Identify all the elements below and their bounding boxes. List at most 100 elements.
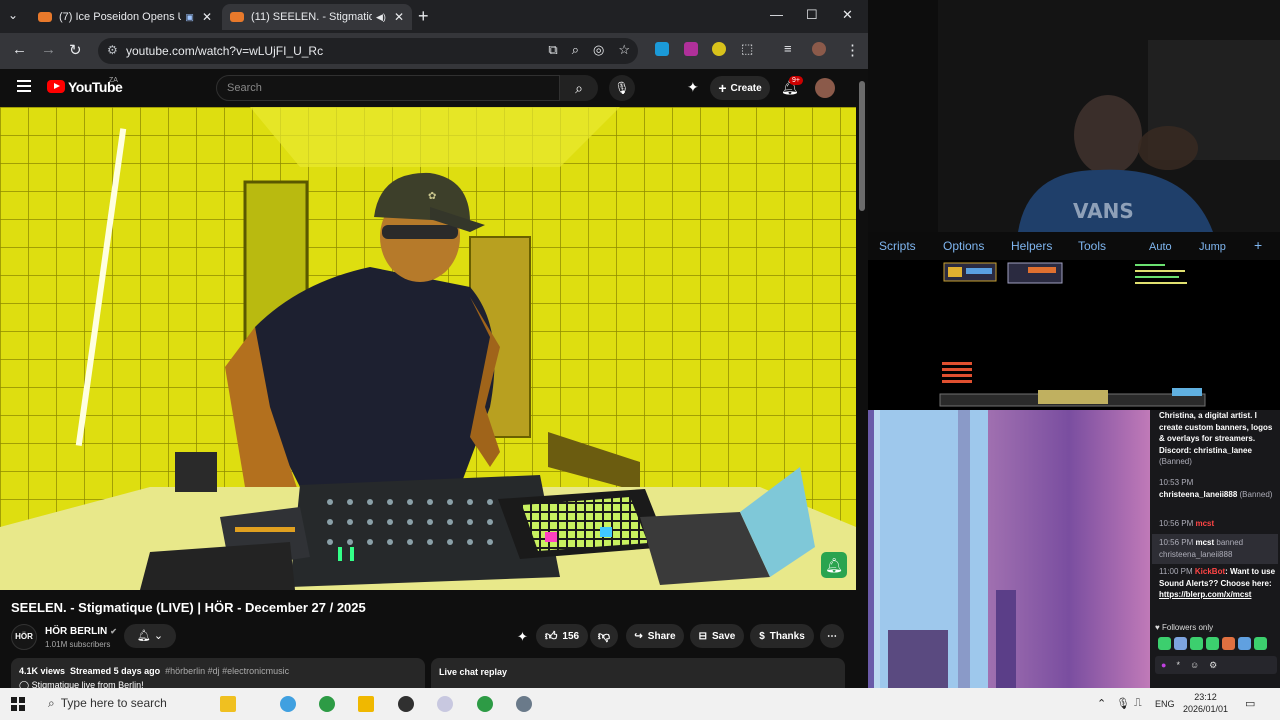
share-button[interactable]: ↪ Share xyxy=(626,624,684,648)
menu-options[interactable]: Options xyxy=(943,239,984,253)
page-scrollbar[interactable] xyxy=(856,69,868,688)
minimize-icon[interactable]: — xyxy=(770,7,783,22)
window-close-icon[interactable]: ✕ xyxy=(842,7,853,23)
like-button[interactable]: 👍︎ 156 xyxy=(536,624,588,648)
emote-icon[interactable] xyxy=(1206,637,1219,650)
subscribe-bell-overlay-icon[interactable]: 🔔︎ xyxy=(821,552,847,578)
file-explorer-icon[interactable] xyxy=(358,696,374,712)
app-2-icon[interactable] xyxy=(516,696,532,712)
close-tab-icon[interactable]: ✕ xyxy=(202,10,212,24)
mic-icon[interactable]: ● xyxy=(1161,660,1166,670)
settings-icon[interactable]: ⚙ xyxy=(1209,660,1217,671)
network-icon[interactable]: ⎍ xyxy=(1134,697,1142,710)
chat-time: 11:00 PM xyxy=(1159,567,1193,576)
channel-avatar[interactable]: HÖR xyxy=(11,624,37,650)
media-control-icon[interactable]: ≡ xyxy=(784,41,792,56)
maximize-icon[interactable]: ☐ xyxy=(806,7,818,23)
clock[interactable]: 23:12 2026/01/01 xyxy=(1183,691,1228,715)
profile-avatar-icon[interactable] xyxy=(812,42,826,56)
chat-username[interactable]: mcst xyxy=(1195,519,1214,528)
search-input[interactable]: Search xyxy=(216,75,560,101)
bookmark-star-icon[interactable]: ☆ xyxy=(618,42,630,58)
hashtags[interactable]: #hörberlin #dj #electronicmusic xyxy=(165,666,289,676)
chat-link[interactable]: https://blerp.com/x/mcst xyxy=(1159,590,1251,599)
dislike-button[interactable]: 👎︎ xyxy=(590,624,618,648)
back-icon[interactable]: ← xyxy=(12,41,27,58)
menu-tools[interactable]: Tools xyxy=(1078,239,1106,253)
search-button[interactable]: ⌕ xyxy=(560,75,598,101)
save-button[interactable]: ⊟ Save xyxy=(690,624,744,648)
video-player[interactable]: ✿ 🔔︎ xyxy=(0,107,856,590)
zoom-icon[interactable]: ⌕ xyxy=(572,42,579,58)
emote-icon[interactable] xyxy=(1190,637,1203,650)
extension-2-icon[interactable] xyxy=(684,42,698,56)
search-icon: ⌕ xyxy=(575,80,583,96)
add-tab-icon[interactable]: + xyxy=(1254,237,1262,253)
extensions-puzzle-icon[interactable]: ⬚ xyxy=(741,41,753,57)
tab-active[interactable]: (11) SEELEN. - Stigmatique ◀) ✕ xyxy=(222,4,412,30)
channel-name[interactable]: HÖR BERLIN xyxy=(45,626,107,637)
tracking-off-icon[interactable]: ◎ xyxy=(593,42,604,58)
ask-sparkle-icon[interactable]: ✦ xyxy=(687,79,699,96)
windows-start-icon[interactable] xyxy=(11,697,25,711)
tab-inactive[interactable]: (7) Ice Poseidon Opens Up ▣ ✕ xyxy=(30,4,220,30)
emote-icon[interactable] xyxy=(1238,637,1251,650)
more-actions-button[interactable]: ⋯ xyxy=(820,624,844,648)
tab-search-icon[interactable]: ⌄ xyxy=(8,8,18,22)
install-app-icon[interactable]: ⧉ xyxy=(548,42,557,58)
close-tab-icon[interactable]: ✕ xyxy=(394,10,404,24)
emote-icon[interactable] xyxy=(1174,637,1187,650)
tool-menu-bar: Scripts Options Helpers Tools Auto Jump … xyxy=(868,232,1280,260)
extension-3-icon[interactable] xyxy=(712,42,726,56)
emote-icon[interactable] xyxy=(1254,637,1267,650)
channel-name-row[interactable]: HÖR BERLIN ✔ xyxy=(45,626,117,637)
followers-only-label: Followers only xyxy=(1161,623,1214,632)
extension-1-icon[interactable] xyxy=(655,42,669,56)
microphone-tray-icon[interactable]: 🎙 xyxy=(1116,697,1130,710)
menu-scripts[interactable]: Scripts xyxy=(879,239,916,253)
chat-username[interactable]: christeena_laneii888 xyxy=(1159,490,1237,499)
chat-time: 10:53 PM xyxy=(1159,478,1194,487)
taskbar-search[interactable]: ⌕ Type here to search xyxy=(48,696,167,711)
search-highlight-icon[interactable] xyxy=(220,696,236,712)
subscribed-notification-button[interactable]: 🔔︎ ⌄ xyxy=(124,624,176,648)
chat-input[interactable]: ● * ☺ ⚙ xyxy=(1155,656,1277,674)
browser-menu-icon[interactable]: ⋮ xyxy=(845,41,860,59)
thanks-button[interactable]: $ Thanks xyxy=(750,624,814,648)
app-icon[interactable] xyxy=(437,696,453,712)
chat-username[interactable]: mcst xyxy=(1195,538,1214,547)
new-tab-icon[interactable]: + xyxy=(418,6,429,27)
notification-center-icon[interactable]: ▭ xyxy=(1245,697,1255,710)
menu-icon[interactable] xyxy=(17,80,31,95)
super-thanks-icon: $ xyxy=(759,630,765,642)
emote-icon[interactable] xyxy=(1158,637,1171,650)
audio-playing-icon[interactable]: ◀) xyxy=(376,12,386,23)
chrome-icon[interactable] xyxy=(319,696,335,712)
svg-text:✿: ✿ xyxy=(428,191,436,202)
youtube-logo-icon[interactable] xyxy=(47,80,65,93)
copilot-icon[interactable] xyxy=(280,696,296,712)
reload-icon[interactable]: ↻ xyxy=(69,41,82,59)
language-indicator[interactable]: ENG xyxy=(1155,699,1175,709)
menu-helpers[interactable]: Helpers xyxy=(1011,239,1052,253)
chat-username[interactable]: KickBot xyxy=(1195,567,1225,576)
menu-auto[interactable]: Auto xyxy=(1149,241,1172,253)
obs-icon[interactable] xyxy=(398,696,414,712)
description-box[interactable]: 4.1K views Streamed 5 days ago #hörberli… xyxy=(11,658,425,688)
account-avatar[interactable] xyxy=(815,78,835,98)
site-info-icon[interactable]: ⚙ xyxy=(107,43,118,57)
voice-search-button[interactable]: 🎙 xyxy=(609,75,635,101)
chrome-profile-icon[interactable] xyxy=(477,696,493,712)
scrollbar-thumb[interactable] xyxy=(859,81,865,211)
live-chat-replay-button[interactable]: Live chat replay xyxy=(431,658,845,688)
ask-sparkle-icon[interactable]: ✦ xyxy=(517,629,528,645)
tray-expand-icon[interactable]: ⌃ xyxy=(1097,697,1106,710)
youtube-favicon-icon xyxy=(38,12,52,22)
sparkle-icon[interactable]: * xyxy=(1176,660,1180,670)
forward-icon[interactable]: → xyxy=(41,41,56,58)
menu-jump[interactable]: Jump xyxy=(1199,241,1226,253)
emote-icon[interactable] xyxy=(1222,637,1235,650)
url-field[interactable]: ⚙ youtube.com/watch?v=wLUjFI_U_Rc ⧉ ⌕ ◎ … xyxy=(98,38,638,64)
emote-picker-icon[interactable]: ☺ xyxy=(1190,660,1199,670)
create-button[interactable]: + Create xyxy=(710,76,770,100)
